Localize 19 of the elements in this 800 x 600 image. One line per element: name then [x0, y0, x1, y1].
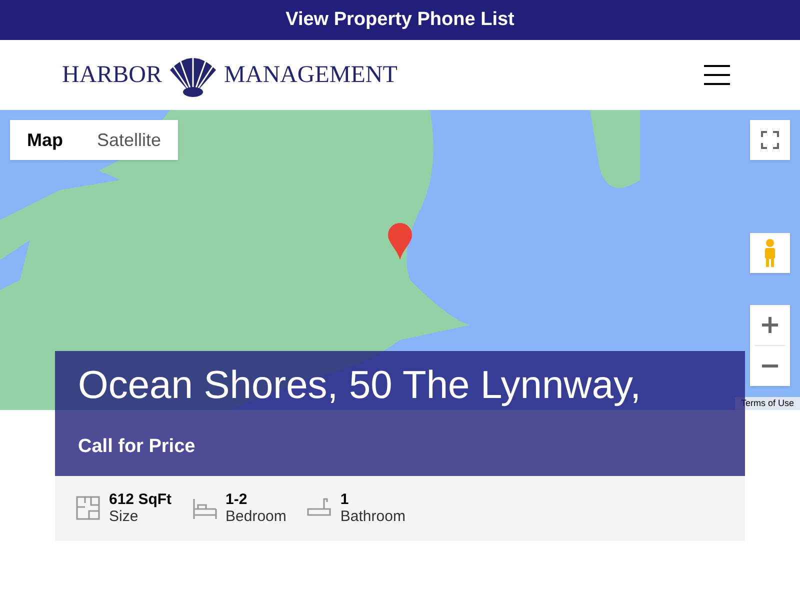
menu-icon[interactable] — [704, 65, 730, 85]
person-icon — [763, 238, 777, 268]
stat-value: 612 SqFt — [109, 491, 172, 508]
fullscreen-icon — [761, 131, 779, 149]
fullscreen-button[interactable] — [750, 120, 790, 160]
property-title: Ocean Shores, 50 The Lynnway, — [78, 363, 642, 409]
floor-plan-icon — [75, 495, 101, 521]
stat-value: 1 — [340, 491, 350, 508]
map-type-tab[interactable]: Map — [10, 120, 80, 160]
price-text: Call for Price — [78, 435, 196, 459]
stat-label: Size — [109, 508, 140, 525]
logo-text: MANAGEMENT — [224, 61, 398, 90]
stat-value: 1-2 — [226, 491, 248, 508]
map-type-tab[interactable]: Satellite — [80, 120, 178, 160]
logo-text: HARBOR — [62, 61, 162, 90]
map-pin-icon — [387, 223, 413, 261]
stat-label: Bedroom — [226, 508, 286, 525]
stat-label: Bathroom — [340, 508, 406, 525]
phone-list-link[interactable]: View Property Phone List — [286, 6, 514, 34]
